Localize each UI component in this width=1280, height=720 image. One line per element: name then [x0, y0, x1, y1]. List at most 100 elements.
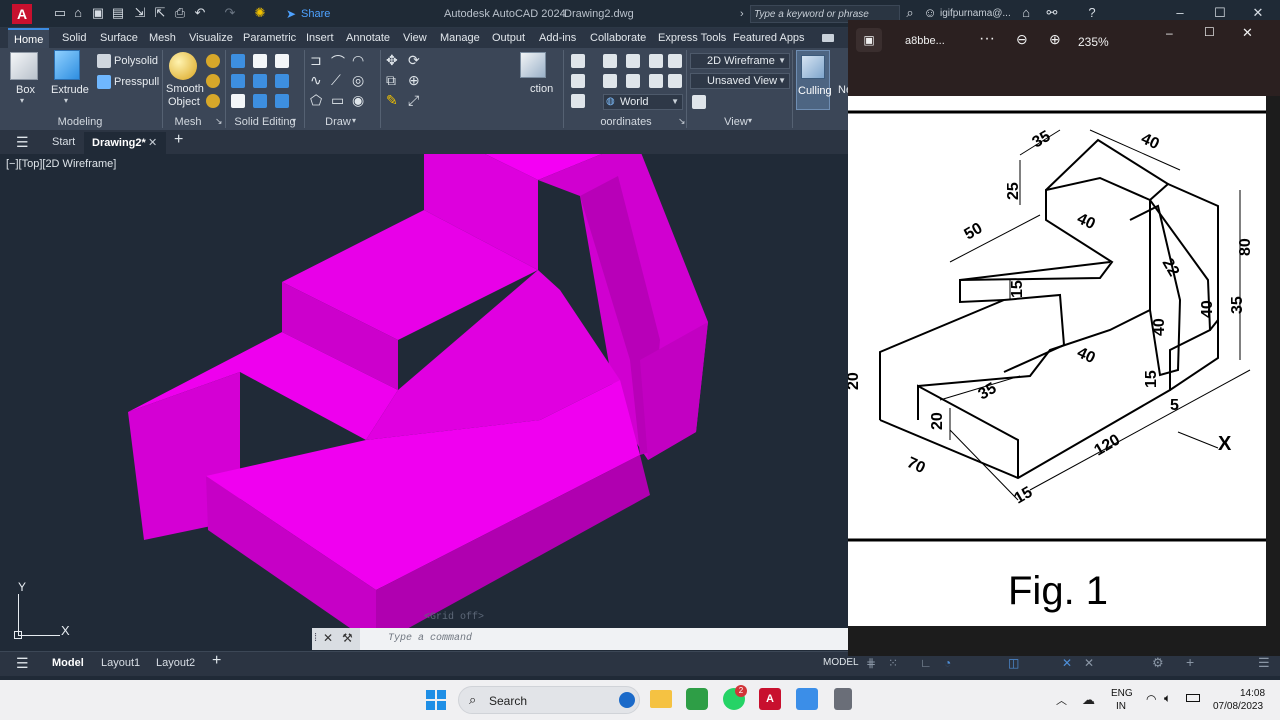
- taskbar-search-box[interactable]: ⌕ Search: [458, 686, 640, 714]
- tab-home[interactable]: Home: [8, 28, 50, 48]
- grid-toggle-icon[interactable]: ⋕: [866, 656, 876, 670]
- import-icon[interactable]: ⇲: [132, 5, 148, 21]
- copy-icon[interactable]: ⧉: [386, 72, 396, 89]
- viewer-close-icon[interactable]: ✕: [1242, 25, 1253, 41]
- viewer-minimize-icon[interactable]: –: [1166, 26, 1173, 40]
- smooth-object-icon[interactable]: [169, 52, 197, 80]
- cart-icon[interactable]: ⌂: [1018, 5, 1034, 21]
- user-name[interactable]: igifpurnama@...: [940, 8, 1011, 19]
- tab-output[interactable]: Output: [492, 28, 525, 48]
- chevron-down-icon[interactable]: ▾: [292, 116, 296, 125]
- ucs-face-icon[interactable]: [571, 94, 585, 108]
- annotation-visibility-icon[interactable]: ✕: [1084, 656, 1094, 670]
- ortho-toggle-icon[interactable]: ∟: [920, 656, 932, 670]
- section-label[interactable]: ction: [530, 83, 553, 95]
- tab-express-tools[interactable]: Express Tools: [658, 28, 726, 48]
- chevron-down-icon[interactable]: ▾: [20, 96, 24, 105]
- autocad-logo-icon[interactable]: A: [12, 4, 32, 24]
- spline-icon[interactable]: ⟋: [331, 72, 341, 89]
- ellipse-icon[interactable]: ◎: [352, 72, 364, 89]
- save-as-icon[interactable]: ▤: [110, 5, 126, 21]
- plot-icon[interactable]: ⎙: [172, 5, 188, 21]
- ucs-view-icon[interactable]: [649, 74, 663, 88]
- tab-parametric[interactable]: Parametric: [243, 28, 296, 48]
- polysolid-button[interactable]: Polysolid: [114, 55, 158, 67]
- new-file-icon[interactable]: ▭: [52, 5, 68, 21]
- ucs-y-icon[interactable]: [626, 74, 640, 88]
- separate-icon[interactable]: [231, 94, 245, 108]
- drawing-tab[interactable]: Drawing2* ✕: [84, 132, 166, 154]
- wifi-icon[interactable]: ◠: [1146, 692, 1156, 706]
- tab-view[interactable]: View: [403, 28, 427, 48]
- command-input[interactable]: Type a command: [360, 628, 848, 650]
- subtract-icon[interactable]: [253, 54, 267, 68]
- polysolid-icon[interactable]: [97, 54, 111, 68]
- tab-collaborate[interactable]: Collaborate: [590, 28, 646, 48]
- section-plane-icon[interactable]: [520, 52, 546, 78]
- add-icon[interactable]: +: [1186, 654, 1194, 670]
- annotation-icon[interactable]: ✕: [1062, 656, 1072, 670]
- command-customize-icon[interactable]: ⚒: [342, 631, 353, 645]
- layout-tab-layout2[interactable]: Layout2: [156, 657, 195, 669]
- command-grip-icon[interactable]: ⁞: [314, 632, 317, 644]
- new-layout-icon[interactable]: +: [212, 652, 221, 670]
- polygon-icon[interactable]: ⬠: [310, 92, 322, 109]
- presspull-icon[interactable]: [97, 75, 111, 89]
- start-tab[interactable]: Start: [52, 136, 75, 148]
- mirror-icon[interactable]: ⊕: [408, 72, 420, 89]
- mesh-tool-icon[interactable]: [206, 94, 220, 108]
- fillet-edge-icon[interactable]: [275, 94, 289, 108]
- circle-icon[interactable]: ◠: [352, 52, 364, 69]
- smooth-label[interactable]: Smooth: [166, 83, 204, 95]
- mesh-tool-icon[interactable]: [206, 54, 220, 68]
- ucs-x-icon[interactable]: [603, 74, 617, 88]
- zoom-in-icon[interactable]: ⊕: [1049, 31, 1061, 48]
- mesh-panel-label[interactable]: Mesh: [166, 114, 210, 130]
- connect-icon[interactable]: ⚯: [1044, 5, 1060, 21]
- panel-launcher-icon[interactable]: ↘: [215, 116, 223, 127]
- shell-icon[interactable]: [253, 94, 267, 108]
- share-button[interactable]: Share: [301, 8, 330, 20]
- command-close-icon[interactable]: ✕: [323, 631, 333, 645]
- culling-button[interactable]: Culling: [796, 50, 832, 110]
- gallery-icon[interactable]: ▣: [856, 28, 882, 52]
- share-icon[interactable]: ➤: [286, 7, 296, 21]
- ucs-icon[interactable]: [571, 54, 585, 68]
- ucs-3point-icon[interactable]: [668, 54, 682, 68]
- workspace-gear-icon[interactable]: ⚙: [1152, 655, 1164, 671]
- intersect-icon[interactable]: [275, 54, 289, 68]
- rectangle-icon[interactable]: ▭: [331, 92, 344, 109]
- box-icon[interactable]: [10, 52, 38, 80]
- viewport-config-icon[interactable]: [692, 95, 706, 109]
- help-icon[interactable]: ?: [1084, 5, 1100, 21]
- scale-icon[interactable]: ⤢: [408, 92, 419, 109]
- viewer-maximize-icon[interactable]: ☐: [1204, 25, 1215, 39]
- layout-tab-layout1[interactable]: Layout1: [101, 657, 140, 669]
- tab-solid[interactable]: Solid: [62, 28, 86, 48]
- chevron-down-icon[interactable]: ▾: [748, 116, 752, 125]
- search-icon[interactable]: ⌕: [902, 5, 918, 21]
- tab-surface[interactable]: Surface: [100, 28, 138, 48]
- mesh-tool-icon[interactable]: [206, 74, 220, 88]
- search-chevron-icon[interactable]: ›: [740, 8, 744, 20]
- battery-icon[interactable]: [1186, 694, 1200, 702]
- chevron-down-icon[interactable]: ▾: [352, 116, 356, 125]
- rotate-icon[interactable]: ⟳: [408, 52, 420, 69]
- presspull-button[interactable]: Presspull: [114, 76, 159, 88]
- menu-icon[interactable]: ☰: [16, 134, 29, 151]
- close-tab-icon[interactable]: ✕: [148, 136, 157, 149]
- region-label[interactable]: IN: [1116, 701, 1126, 712]
- union-icon[interactable]: [231, 54, 245, 68]
- tab-mesh[interactable]: Mesh: [149, 28, 176, 48]
- snap-toggle-icon[interactable]: ⁙: [888, 656, 898, 670]
- onedrive-icon[interactable]: ☁: [1082, 692, 1095, 708]
- export-icon[interactable]: ⇱: [152, 5, 168, 21]
- clock-date[interactable]: 07/08/2023: [1213, 701, 1263, 712]
- photos-icon[interactable]: [796, 688, 818, 710]
- open-file-icon[interactable]: ⌂: [70, 5, 86, 21]
- undo-icon[interactable]: ↶: [192, 5, 208, 21]
- extrude-icon[interactable]: [54, 50, 80, 80]
- maximize-icon[interactable]: ☐: [1212, 5, 1228, 21]
- extrude-button[interactable]: Extrude: [51, 84, 89, 96]
- donut-icon[interactable]: ◉: [352, 92, 364, 109]
